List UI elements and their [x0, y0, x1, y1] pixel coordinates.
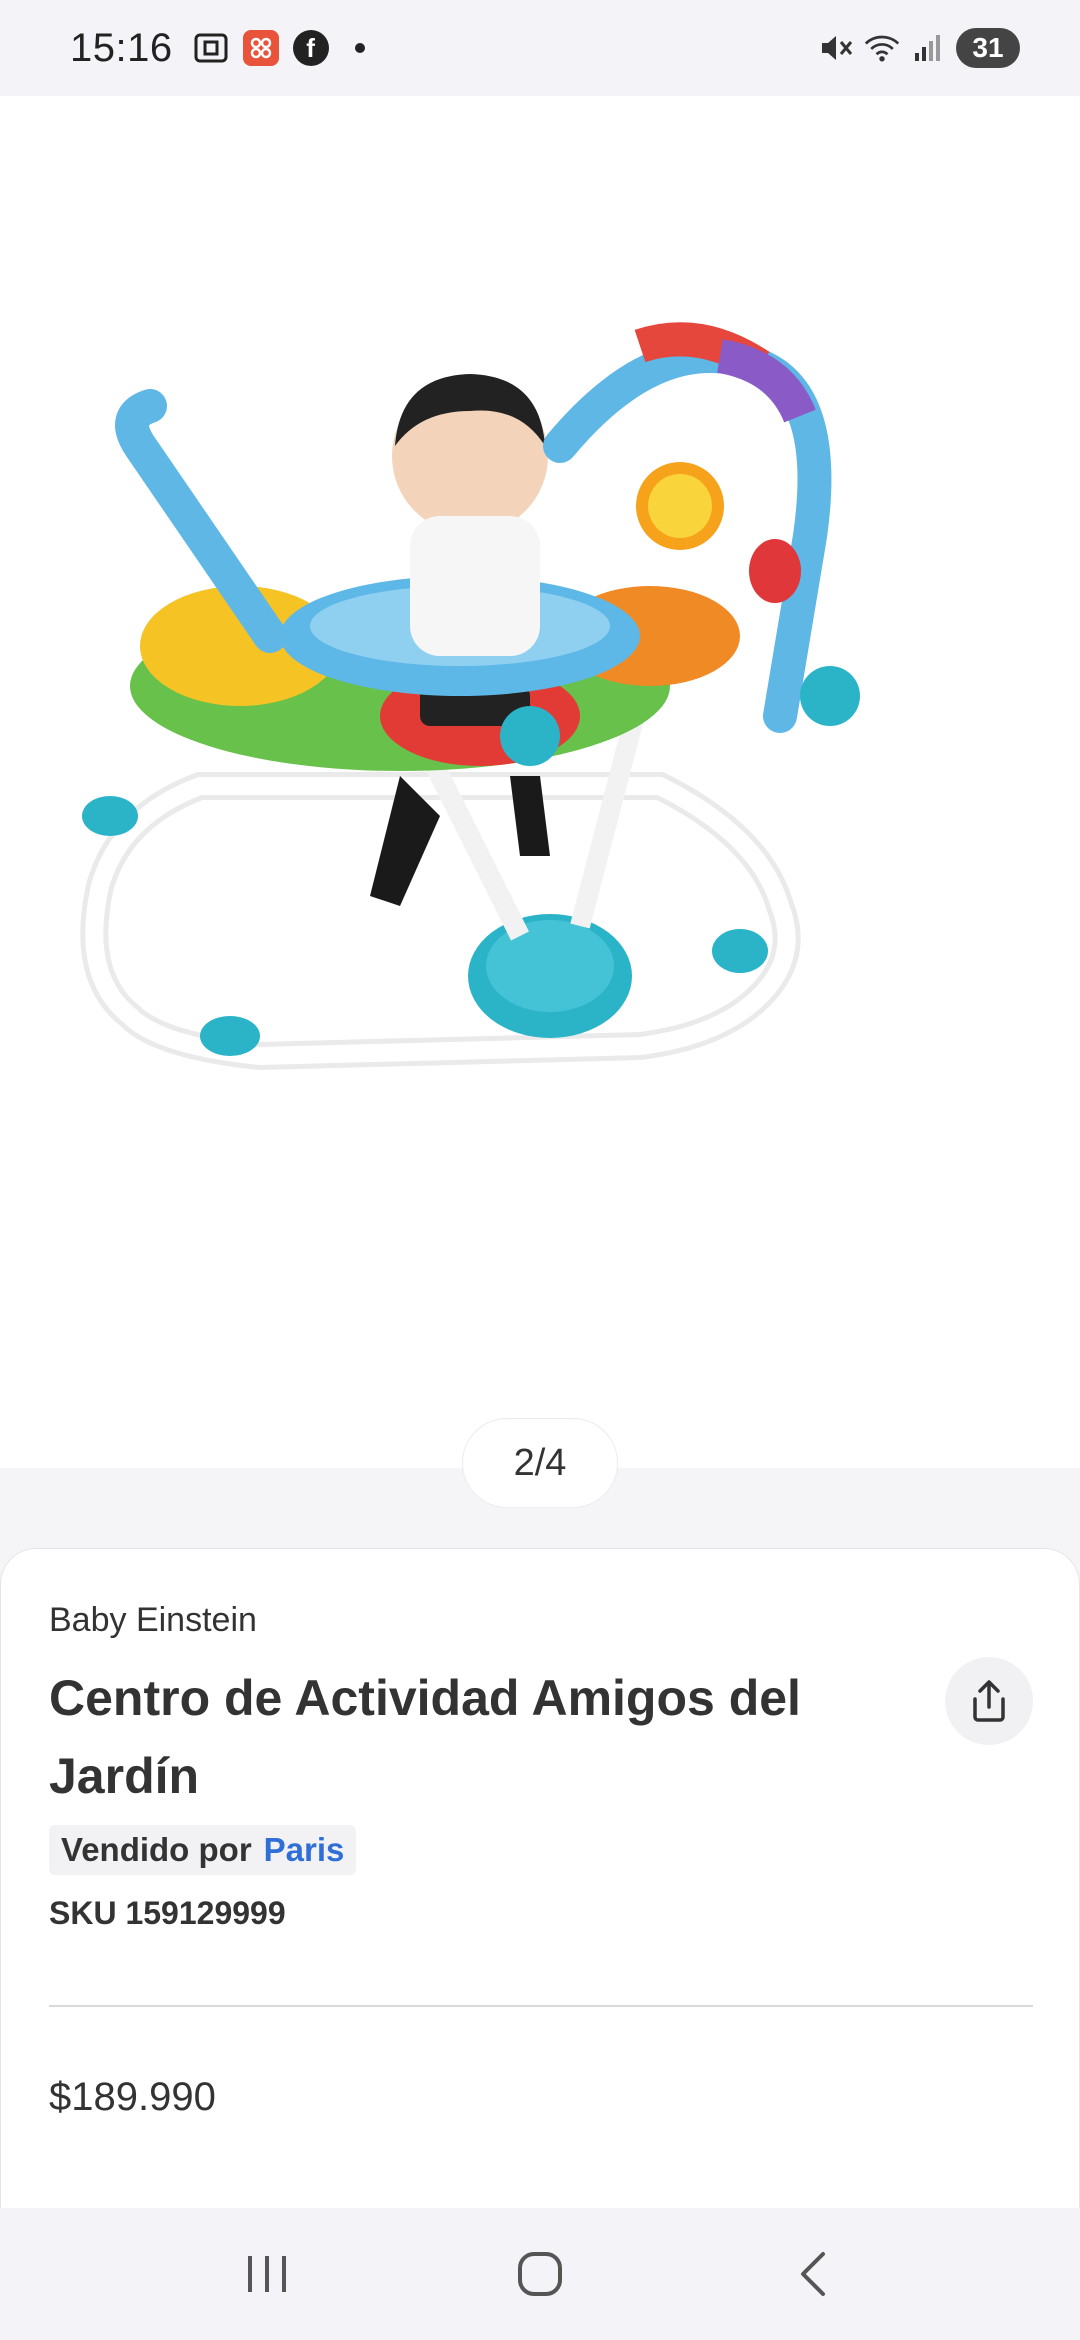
facebook-icon: f	[292, 30, 329, 66]
home-icon	[517, 2252, 562, 2296]
product-info-card: Baby Einstein Centro de Actividad Amigos…	[0, 1548, 1080, 2208]
recent-apps-button[interactable]	[227, 2234, 307, 2314]
divider	[49, 2005, 1033, 2007]
wifi-icon	[864, 30, 900, 66]
product-sku: SKU 159129999	[49, 1895, 286, 1931]
signal-icon	[910, 30, 946, 66]
seller-link[interactable]: Paris	[264, 1831, 345, 1869]
seller-label: Vendido por	[61, 1831, 252, 1868]
product-image	[80, 322, 860, 1071]
status-icons-right: 31	[818, 28, 1020, 68]
status-time: 15:16	[70, 25, 173, 70]
back-icon	[801, 2252, 826, 2296]
recent-apps-icon	[247, 2256, 286, 2292]
product-brand[interactable]: Baby Einstein	[49, 1601, 257, 1640]
notification-dot	[354, 43, 365, 53]
share-icon	[973, 1680, 1005, 1722]
battery-indicator: 31	[956, 28, 1020, 68]
back-button[interactable]	[773, 2234, 853, 2314]
share-button[interactable]	[945, 1657, 1033, 1745]
product-gallery[interactable]: 2/4	[0, 96, 1080, 1508]
status-bar: 15:16 f 31	[0, 0, 1080, 96]
home-button[interactable]	[500, 2234, 580, 2314]
gallery-pager: 2/4	[462, 1418, 618, 1508]
product-title: Centro de Actividad Amigos del Jardín	[49, 1670, 801, 1804]
app-grid-icon	[242, 30, 279, 66]
status-icons-left: f	[193, 30, 365, 66]
system-nav-bar	[0, 2208, 1080, 2340]
mute-icon	[818, 30, 854, 66]
product-price: $189.990	[49, 2075, 216, 2119]
seller-badge: Vendido por Paris	[49, 1825, 357, 1875]
screenshot-icon	[193, 30, 229, 66]
